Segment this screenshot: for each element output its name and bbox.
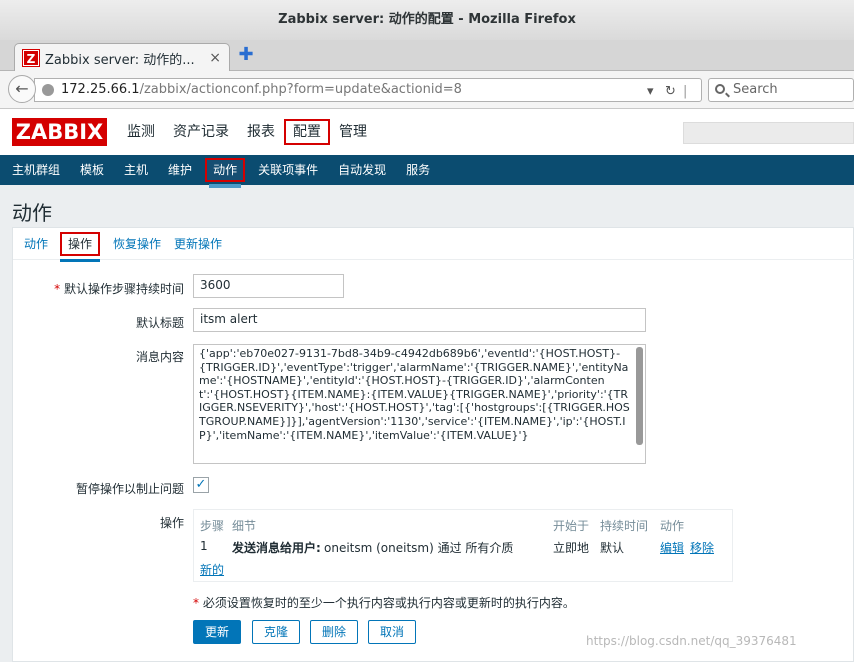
search-placeholder: Search (733, 82, 778, 97)
tab-title: Zabbix server: 动作的... (45, 52, 195, 68)
zabbix-logo[interactable]: ZABBIX (12, 118, 107, 146)
submenu-templates[interactable]: 模板 (70, 160, 114, 180)
requirement-note: * 必须设置恢复时的至少一个执行内容或执行内容或更新时的执行内容。 (193, 596, 575, 610)
tab-action[interactable]: 动作 (19, 234, 53, 254)
window-title: Zabbix server: 动作的配置 - Mozilla Firefox (0, 0, 854, 40)
textarea-scrollbar[interactable] (636, 347, 643, 445)
header-action: 动作 (660, 519, 685, 533)
pause-checkbox[interactable]: ✓ (193, 477, 209, 493)
header-duration: 持续时间 (600, 519, 649, 533)
navigation-bar: 172.25.66.1/zabbix/actionconf.php?form=u… (0, 71, 854, 109)
submenu-correlation[interactable]: 关联项事件 (248, 160, 328, 180)
row-duration: 默认 (600, 541, 625, 555)
search-icon (715, 84, 725, 94)
row-detail: oneitsm (oneitsm) 通过 所有介质 (324, 541, 514, 555)
url-path: /zabbix/actionconf.php?form=update&actio… (139, 82, 462, 97)
browser-tab[interactable]: Z Zabbix server: 动作的... × (14, 43, 230, 72)
tab-strip: Z Zabbix server: 动作的... × ✚ (0, 40, 854, 72)
zabbix-favicon-icon: Z (22, 49, 40, 67)
cancel-button[interactable]: 取消 (368, 620, 416, 644)
submenu-hosts[interactable]: 主机 (114, 160, 158, 180)
back-arrow-icon[interactable]: ← (8, 75, 36, 103)
zabbix-header: ZABBIX 监测 资产记录 报表 配置 管理 (0, 109, 854, 155)
clone-button[interactable]: 克隆 (252, 620, 300, 644)
update-button[interactable]: 更新 (193, 620, 241, 644)
subject-input[interactable]: itsm alert (193, 308, 646, 332)
browser-window: Zabbix server: 动作的配置 - Mozilla Firefox Z… (0, 0, 854, 662)
separator-icon: | (683, 84, 688, 99)
message-label: 消息内容 (135, 350, 184, 364)
submenu-maintenance[interactable]: 维护 (158, 160, 202, 180)
sub-menu: 主机群组 模板 主机 维护 动作 关联项事件 自动发现 服务 (0, 155, 854, 188)
url-bar[interactable]: 172.25.66.1/zabbix/actionconf.php?form=u… (34, 78, 702, 102)
watermark: https://blog.csdn.net/qq_39376481 (586, 634, 797, 648)
reload-icon[interactable]: ↻ (665, 81, 676, 103)
form-panel: 动作 操作 恢复操作 更新操作 * 默认操作步骤持续时间 3600 默认标题 i… (12, 227, 854, 662)
new-operation-link[interactable]: 新的 (200, 561, 224, 578)
menu-configuration[interactable]: 配置 (284, 119, 330, 145)
tab-operations[interactable]: 操作 (60, 231, 101, 262)
delete-button[interactable]: 删除 (310, 620, 358, 644)
tab-recovery-operations[interactable]: 恢复操作 (108, 234, 166, 254)
zabbix-search-input[interactable] (683, 122, 854, 144)
form-tabs: 动作 操作 恢复操作 更新操作 (13, 228, 854, 262)
new-tab-icon[interactable]: ✚ (236, 45, 256, 65)
menu-reports[interactable]: 报表 (238, 120, 284, 144)
page-title: 动作 (12, 201, 52, 225)
edit-link[interactable]: 编辑 (660, 539, 684, 556)
operations-label: 操作 (159, 516, 184, 530)
pause-label: 暂停操作以制止问题 (75, 482, 184, 496)
message-text: {'app':'eb70e027-9131-7bd8-34b9-c4942db6… (199, 347, 630, 442)
subject-label: 默认标题 (135, 316, 184, 330)
header-step: 步骤 (200, 519, 225, 533)
menu-inventory[interactable]: 资产记录 (164, 120, 238, 144)
header-details: 细节 (232, 519, 257, 533)
message-textarea[interactable]: {'app':'eb70e027-9131-7bd8-34b9-c4942db6… (193, 344, 646, 464)
submenu-services[interactable]: 服务 (396, 160, 440, 180)
main-menu: 监测 资产记录 报表 配置 管理 (118, 109, 376, 155)
submenu-actions[interactable]: 动作 (205, 158, 246, 188)
globe-icon (42, 84, 54, 96)
row-start: 立即地 (553, 541, 590, 555)
submenu-host-groups[interactable]: 主机群组 (2, 160, 70, 180)
menu-monitoring[interactable]: 监测 (118, 120, 164, 144)
operations-table: 步骤 细节 开始于 持续时间 动作 1 发送消息给用户: oneitsm (on… (193, 509, 733, 582)
header-start: 开始于 (553, 519, 590, 533)
search-input[interactable]: Search (708, 78, 854, 102)
step-duration-input[interactable]: 3600 (193, 274, 344, 298)
row-step: 1 (200, 539, 208, 553)
required-mark: * (54, 282, 61, 296)
menu-administration[interactable]: 管理 (330, 120, 376, 144)
url-host: 172.25.66.1 (61, 82, 140, 97)
row-detail-bold: 发送消息给用户: (232, 541, 321, 555)
step-duration-label: * 默认操作步骤持续时间 (54, 282, 184, 296)
close-tab-icon[interactable]: × (209, 50, 221, 66)
remove-link[interactable]: 移除 (690, 539, 714, 556)
dropdown-icon[interactable]: ▾ (647, 81, 654, 103)
submenu-discovery[interactable]: 自动发现 (328, 160, 396, 180)
tab-update-operations[interactable]: 更新操作 (169, 234, 227, 254)
